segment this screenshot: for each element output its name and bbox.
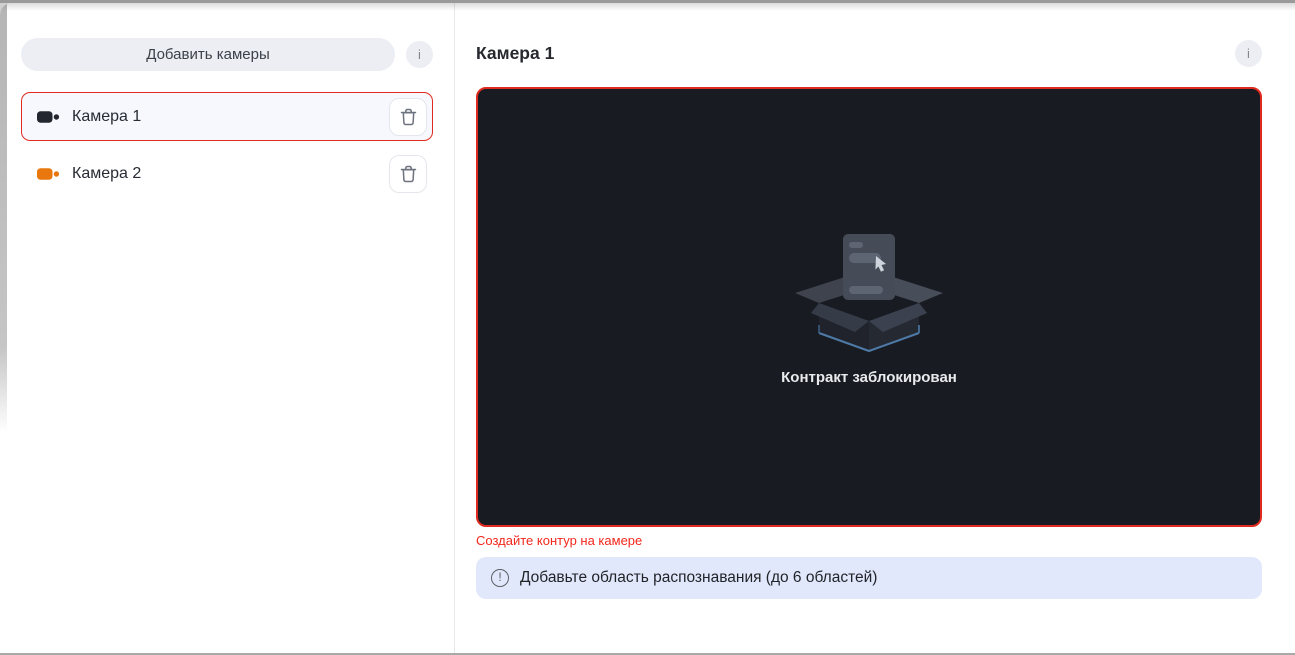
recognition-area-notice: ! Добавьте область распознавания (до 6 о… xyxy=(476,557,1262,599)
add-cameras-button[interactable]: Добавить камеры xyxy=(21,38,395,71)
notice-text: Добавьте область распознавания (до 6 обл… xyxy=(520,569,878,586)
camera-settings-panel: Добавить камеры i Камера 1 Камера 2 Каме… xyxy=(0,3,1295,653)
camera-preview-area[interactable]: Контракт заблокирован xyxy=(476,87,1262,527)
camera-list-item[interactable]: Камера 1 xyxy=(21,92,433,141)
trash-icon xyxy=(400,165,417,183)
camera-sidebar: Добавить камеры i Камера 1 Камера 2 xyxy=(0,3,455,653)
alert-circle-icon: ! xyxy=(491,569,509,587)
delete-camera-button[interactable] xyxy=(389,154,427,193)
video-camera-icon xyxy=(37,109,60,125)
camera-item-label: Камера 1 xyxy=(72,107,142,125)
camera-detail-panel: Камера 1 i Контракт заблокирован Создайт… xyxy=(455,3,1295,653)
camera-title: Камера 1 xyxy=(476,43,555,63)
camera-info-icon[interactable]: i xyxy=(1235,40,1262,67)
camera-list-item[interactable]: Камера 2 xyxy=(21,149,433,198)
trash-icon xyxy=(400,108,417,126)
delete-camera-button[interactable] xyxy=(389,97,427,136)
camera-list: Камера 1 Камера 2 xyxy=(21,92,433,198)
window-top-border xyxy=(0,0,1295,3)
sidebar-toolbar: Добавить камеры i xyxy=(21,38,433,71)
camera-detail-header: Камера 1 i xyxy=(476,40,1262,67)
video-camera-icon xyxy=(37,166,60,182)
sidebar-info-icon[interactable]: i xyxy=(406,41,433,68)
contour-error-text: Создайте контур на камере xyxy=(476,533,643,548)
blocked-contract-illustration xyxy=(794,229,944,359)
camera-item-label: Камера 2 xyxy=(72,164,142,182)
preview-status-text: Контракт заблокирован xyxy=(781,368,957,386)
